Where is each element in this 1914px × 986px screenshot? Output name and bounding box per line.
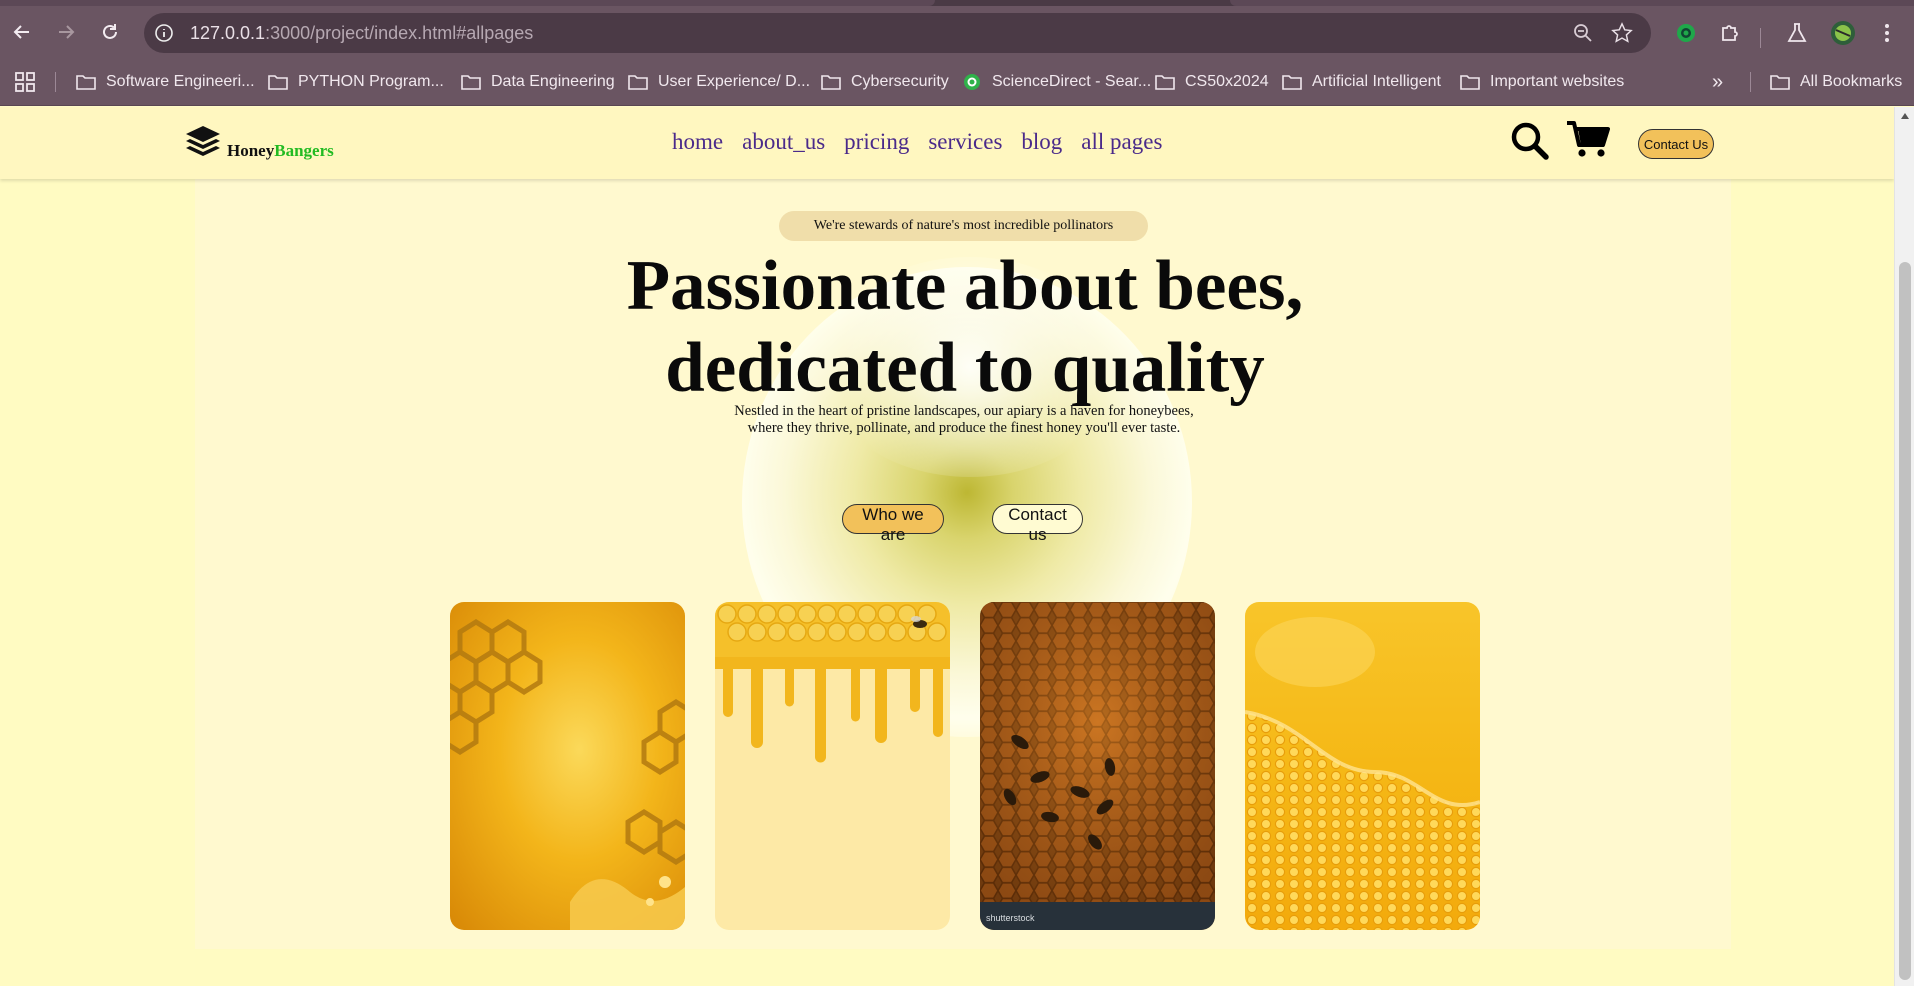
bookmark-folder[interactable]: Cybersecurity [821,70,949,94]
honeycomb-pattern-image [1245,602,1480,930]
url-host: 127.0.0.1 [190,23,266,43]
folder-icon [76,75,96,90]
bookmark-label: ScienceDirect - Sear... [992,73,1152,90]
hero-title-line1: Passionate about bees, [626,247,1304,325]
forward-button[interactable] [50,16,82,48]
hero-tagline: We're stewards of nature's most incredib… [779,211,1148,241]
hero-description-line1: Nestled in the heart of pristine landsca… [734,403,1194,419]
profile-avatar-icon[interactable] [1830,20,1856,46]
hero-description: Nestled in the heart of pristine landsca… [700,403,1228,437]
all-bookmarks-label: All Bookmarks [1800,73,1903,90]
folder-icon [1460,75,1480,90]
reload-icon [103,24,117,39]
sciencedirect-icon [964,74,980,90]
page-scrollbar[interactable] [1894,107,1914,986]
who-we-are-button[interactable]: Who we are [842,504,944,544]
hero-description-line2: where they thrive, pollinate, and produc… [747,420,1181,436]
nav-link-home[interactable]: home [672,129,723,155]
bookmark-folder[interactable]: User Experience/ D... [628,70,810,94]
image-cards: shutterstock [450,602,1480,930]
bookmark-folder[interactable]: Important websites [1460,70,1624,94]
zoom-icon[interactable] [1573,23,1593,43]
bees-on-comb-image: shutterstock [980,602,1215,930]
layers-logo-icon [186,126,220,156]
folder-icon [1282,75,1302,90]
contact-us-button[interactable]: Contact Us [1638,129,1714,159]
bookmark-label: Important websites [1490,73,1625,90]
nav-link-blog[interactable]: blog [1021,129,1062,155]
hero-title-line2: dedicated to quality [665,329,1265,407]
site-navbar: HoneyBangers home about_us pricing servi… [0,107,1894,179]
cart-icon[interactable] [1566,120,1610,160]
bookmark-folder[interactable]: Artificial Intelligent [1282,70,1441,94]
hero-title: Passionate about bees, dedicated to qual… [560,245,1370,409]
watermark-caption: shutterstock [986,913,1035,923]
folder-icon [1770,75,1790,90]
bookmark-star-icon[interactable] [1611,22,1633,44]
folder-icon [821,75,841,90]
brand-part2: Bangers [274,141,334,160]
extensions-puzzle-icon[interactable] [1719,22,1741,44]
url-path: :3000/project/index.html#allpages [265,23,534,43]
bookmark-label: Cybersecurity [851,73,949,90]
site-logo[interactable]: HoneyBangers [183,123,334,163]
nav-link-about-us[interactable]: about_us [742,129,825,155]
scroll-up-arrow-icon[interactable] [1901,113,1909,119]
scrollbar-thumb[interactable] [1899,262,1911,980]
labs-flask-icon[interactable] [1786,22,1808,44]
nav-link-all-pages[interactable]: all pages [1081,129,1162,155]
bookmark-label: CS50x2024 [1185,73,1269,90]
all-bookmarks-button[interactable]: All Bookmarks [1770,70,1902,94]
brand-part1: Honey [227,141,275,160]
bookmarks-separator [55,72,56,92]
bookmark-folder[interactable]: Software Engineeri... [76,70,255,94]
bookmark-label: PYTHON Program... [298,73,444,90]
bookmarks-overflow-button[interactable]: » [1712,70,1723,94]
folder-icon [1155,75,1175,90]
dripping-honey-illustration [715,602,950,930]
bookmark-label: Data Engineering [491,73,615,90]
url-text[interactable]: 127.0.0.1:3000/project/index.html#allpag… [190,23,533,44]
bees-on-comb-illustration: shutterstock [980,602,1215,930]
nav-link-services[interactable]: services [928,129,1002,155]
bookmark-label: User Experience/ D... [658,73,811,90]
honeycomb-splash-illustration [450,602,685,930]
honeycomb-splash-image [450,602,685,930]
folder-icon [461,75,481,90]
bookmarks-separator [1750,72,1751,92]
honeycomb-pattern-illustration [1245,602,1480,930]
browser-toolbar: 127.0.0.1:3000/project/index.html#allpag… [0,6,1914,58]
folder-icon [628,75,648,90]
dripping-honey-image [715,602,950,930]
extension-green-icon[interactable] [1675,22,1697,44]
reload-button[interactable] [94,16,126,48]
bookmark-folder[interactable]: PYTHON Program... [268,70,444,94]
bookmark-folder[interactable]: CS50x2024 [1155,70,1269,94]
folder-icon [268,75,288,90]
brand-name: HoneyBangers [227,141,334,161]
search-icon[interactable] [1510,121,1550,161]
bookmark-label: Software Engineeri... [106,73,255,90]
hero-buttons: Who we are Contact us [842,504,1083,544]
address-bar[interactable]: 127.0.0.1:3000/project/index.html#allpag… [144,13,1651,53]
site-info-icon[interactable] [154,23,174,43]
contact-us-hero-button[interactable]: Contact us [992,504,1083,544]
bookmark-link[interactable]: ScienceDirect - Sear... [962,70,1151,94]
arrow-left-icon [13,25,29,39]
page-viewport: HoneyBangers home about_us pricing servi… [0,107,1894,986]
bookmarks-bar: Software Engineeri... PYTHON Program... … [0,58,1914,106]
arrow-right-icon [59,25,75,39]
bookmark-label: Artificial Intelligent [1312,73,1441,90]
bookmark-folder[interactable]: Data Engineering [461,70,615,94]
apps-grid-icon[interactable] [14,71,36,93]
menu-kebab-icon[interactable] [1876,22,1898,44]
toolbar-separator [1760,28,1761,48]
main-nav: home about_us pricing services blog all … [672,129,1162,155]
back-button[interactable] [6,16,38,48]
nav-link-pricing[interactable]: pricing [844,129,909,155]
